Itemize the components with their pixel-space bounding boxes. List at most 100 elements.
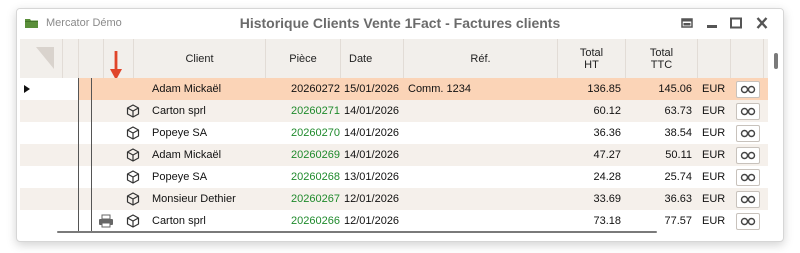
ref-cell [408,144,556,166]
table-row[interactable]: Popeye SA 20260270 14/01/2026 36.36 38.54 EUR [20,122,768,144]
piece-cell: 20260271 [291,105,340,117]
piece-cell: 20260266 [291,215,340,227]
client-cell: Popeye SA [152,171,208,183]
column-header-total-ttc-line2: TTC [650,58,673,71]
row-indicator[interactable] [23,122,39,144]
total-ttc-cell: 50.11 [665,149,692,161]
currency-cell: EUR [702,215,726,227]
date-cell: 14/01/2026 [344,127,400,139]
view-glasses-button[interactable] [736,213,760,230]
column-header-piece[interactable]: Pièce [266,39,340,78]
table-row[interactable]: Monsieur Dethier 20260267 12/01/2026 33.69 3… [20,188,768,210]
cube-icon [126,166,142,188]
glasses-icon [740,85,756,94]
piece-cell: 20260270 [291,127,340,139]
client-cell: Carton sprl [152,105,206,117]
horizontal-scrollbar[interactable] [57,230,677,234]
date-cell: 13/01/2026 [344,171,400,183]
glasses-icon [740,129,756,138]
client-cell: Adam Mickaël [152,149,222,161]
table-row[interactable]: Carton sprl 20260266 12/01/2026 73.18 77.57 E… [20,210,768,232]
window-menu-icon[interactable] [679,16,695,30]
cube-icon [126,144,142,166]
row-gutter-line [78,188,79,210]
horizontal-scrollbar-thumb[interactable] [57,231,657,233]
maximize-icon[interactable] [728,16,744,30]
row-gutter-line [78,78,79,100]
view-glasses-button[interactable] [736,191,760,208]
client-cell: Carton sprl [152,215,206,227]
client-cell: Popeye SA [152,127,208,139]
view-glasses-button[interactable] [736,81,760,98]
date-cell: 12/01/2026 [344,215,400,227]
window-title: Historique Clients Vente 1Fact - Facture… [239,15,561,31]
view-glasses-button[interactable] [736,147,760,164]
view-glasses-button[interactable] [736,169,760,186]
currency-cell: EUR [702,193,726,205]
total-ttc-cell: 145.06 [658,83,692,95]
total-ttc-cell: 36.63 [664,193,692,205]
row-gutter-line [78,100,79,122]
row-pointer-icon[interactable] [23,78,39,100]
ref-cell: Comm. 1234 [408,83,471,95]
view-glasses-button[interactable] [736,103,760,120]
table-row[interactable]: Popeye SA 20260268 13/01/2026 24.28 25.74 EUR [20,166,768,188]
total-ht-cell: 60.12 [593,105,621,117]
table-row[interactable]: Adam Mickaël 20260272 15/01/2026 Comm. 1234… [20,78,768,100]
cube-icon [126,122,142,144]
row-gutter-line [78,144,79,166]
cube-icon [126,100,142,122]
sort-down-arrow-icon [110,51,122,80]
total-ht-cell: 47.27 [593,149,621,161]
total-ht-cell: 36.36 [593,127,621,139]
column-header-ref[interactable]: Réf. [404,39,557,78]
row-gutter-line [91,100,92,122]
invoice-history-window: Mercator Démo Historique Clients Vente 1… [16,8,784,242]
glasses-icon [740,173,756,182]
client-cell: Monsieur Dethier [152,193,236,205]
total-ttc-cell: 77.57 [664,215,692,227]
ref-cell [408,122,556,144]
glasses-icon [740,107,756,116]
vertical-scrollbar[interactable] [771,39,781,235]
row-gutter-line [91,210,92,232]
currency-cell: EUR [702,171,726,183]
table-row[interactable]: Adam Mickaël 20260269 14/01/2026 47.27 50.11… [20,144,768,166]
row-gutter-line [91,166,92,188]
row-gutter-line [78,166,79,188]
column-header-total-ht[interactable]: Total HT [558,39,625,78]
row-indicator[interactable] [23,166,39,188]
column-header-date[interactable]: Date [349,39,403,78]
date-cell: 14/01/2026 [344,105,400,117]
glasses-icon [740,151,756,160]
row-indicator[interactable] [23,100,39,122]
printer-icon[interactable] [98,210,116,232]
total-ttc-cell: 25.74 [664,171,692,183]
minimize-icon[interactable] [704,16,720,30]
view-glasses-button[interactable] [736,125,760,142]
row-indicator[interactable] [23,210,39,232]
total-ht-cell: 33.69 [593,193,621,205]
column-header-total-ttc[interactable]: Total TTC [626,39,697,78]
invoice-grid: Client Pièce Date Réf. Total HT Total TT… [20,39,768,235]
row-indicator[interactable] [23,144,39,166]
row-gutter-line [78,122,79,144]
column-header-total-ttc-line1: Total [649,46,674,59]
row-gutter-line [78,210,79,232]
close-icon[interactable] [754,16,770,30]
table-row[interactable]: Carton sprl 20260271 14/01/2026 60.12 63.73 E… [20,100,768,122]
select-all-corner[interactable] [20,39,62,78]
ref-cell [408,100,556,122]
total-ht-cell: 24.28 [593,171,621,183]
vertical-scrollbar-thumb[interactable] [774,53,778,69]
total-ht-cell: 136.85 [587,83,621,95]
column-header-client[interactable]: Client [134,39,265,78]
column-header-total-ht-line1: Total [579,46,604,59]
grid-header: Client Pièce Date Réf. Total HT Total TT… [20,39,768,80]
row-indicator[interactable] [23,188,39,210]
glasses-icon [740,217,756,226]
client-cell: Adam Mickaël [152,83,222,95]
row-gutter-line [91,78,92,100]
currency-cell: EUR [702,127,726,139]
glasses-icon [740,195,756,204]
